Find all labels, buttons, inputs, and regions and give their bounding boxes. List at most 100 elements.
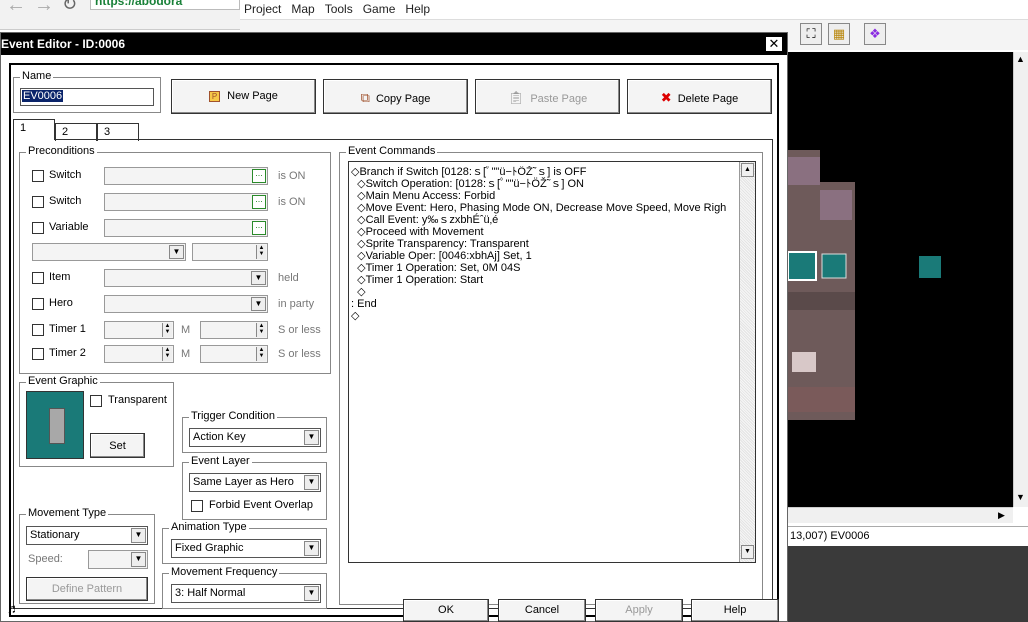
- event-commands-list[interactable]: ◇Branch if Switch [0128:ｓ[ﾟ""ü−ﾄÖŽ˜ｓ] is…: [348, 161, 756, 563]
- switch2-checkbox[interactable]: [32, 196, 44, 208]
- delete-page-label: Delete Page: [677, 93, 739, 105]
- map-hscroll[interactable]: ▶: [788, 507, 1013, 523]
- back-icon[interactable]: ←: [6, 0, 26, 17]
- trigger-dropdown[interactable]: Action Key ▼: [189, 428, 321, 447]
- cancel-button[interactable]: Cancel: [498, 599, 586, 622]
- switch1-field[interactable]: ...: [104, 167, 268, 185]
- help-button[interactable]: Help: [691, 599, 779, 622]
- chevron-down-icon: ▼: [304, 586, 319, 601]
- command-line[interactable]: ◇Timer 1 Operation: Set, 0M 04S: [351, 262, 520, 274]
- timer1-sec-spinner[interactable]: ▲ ▼: [200, 321, 268, 339]
- switch2-field[interactable]: ...: [104, 193, 268, 211]
- tab-page-1[interactable]: 1: [13, 119, 55, 140]
- command-line[interactable]: ◇Variable Oper: [0046:xbhAj] Set, 1: [351, 250, 532, 262]
- variable-checkbox[interactable]: [32, 222, 44, 234]
- reload-icon[interactable]: ↻: [62, 0, 77, 15]
- layer-value: Same Layer as Hero: [193, 476, 294, 488]
- spinner-arrows-icon: ▲ ▼: [256, 347, 266, 361]
- scroll-down-icon[interactable]: ▼: [1016, 492, 1025, 502]
- copy-page-button[interactable]: ⧉ Copy Page: [323, 79, 468, 114]
- timer1-m: M: [181, 324, 191, 336]
- new-page-button[interactable]: P New Page: [171, 79, 316, 114]
- hero-checkbox[interactable]: [32, 298, 44, 310]
- variable-browse-button[interactable]: ...: [252, 221, 266, 235]
- command-line[interactable]: ◇Proceed with Movement: [351, 226, 483, 238]
- apply-button[interactable]: Apply: [595, 599, 683, 622]
- new-page-label: New Page: [227, 90, 278, 102]
- scroll-up-icon[interactable]: ▲: [741, 163, 754, 177]
- define-pattern-button[interactable]: Define Pattern: [26, 577, 148, 601]
- command-line[interactable]: ◇Switch Operation: [0128:ｓ[ﾟ""ü−ﾄÖŽ˜ｓ] O…: [351, 178, 584, 190]
- variable-field[interactable]: ...: [104, 219, 268, 237]
- menu-tools[interactable]: Tools: [321, 0, 357, 16]
- command-line[interactable]: ◇Call Event: y‰ｓzxbhÉˆü‚é: [351, 214, 498, 226]
- layer-dropdown[interactable]: Same Layer as Hero ▼: [189, 473, 321, 492]
- event-graphic-preview[interactable]: [26, 391, 84, 459]
- item-dropdown[interactable]: ▼: [104, 269, 268, 287]
- movement-type-dropdown[interactable]: Stationary ▼: [26, 526, 148, 545]
- close-icon[interactable]: ✕: [765, 36, 783, 52]
- timer1-min-spinner[interactable]: ▲ ▼: [104, 321, 174, 339]
- set-graphic-button[interactable]: Set: [90, 433, 145, 458]
- command-line[interactable]: ◇Timer 1 Operation: Start: [351, 274, 483, 286]
- menu-help[interactable]: Help: [401, 0, 434, 16]
- url-text: https://abodora: [95, 0, 183, 8]
- switch1-checkbox[interactable]: [32, 170, 44, 182]
- map-status: 13,007) EV0006: [788, 526, 1028, 546]
- item-checkbox[interactable]: [32, 272, 44, 284]
- command-line[interactable]: ◇Main Menu Access: Forbid: [351, 190, 495, 202]
- switch2-is-on: is ON: [278, 196, 306, 208]
- editor-frame: Name EV0006 P New Page ⧉ Copy Page 📋︎ Pa…: [9, 63, 779, 617]
- scroll-down-icon[interactable]: ▼: [741, 545, 754, 559]
- menu-game[interactable]: Game: [359, 0, 400, 16]
- scroll-up-icon[interactable]: ▲: [1016, 54, 1025, 64]
- speed-dropdown[interactable]: ▼: [88, 550, 148, 569]
- command-line[interactable]: : End: [351, 298, 377, 310]
- scroll-right-icon[interactable]: ▶: [998, 510, 1005, 521]
- transparent-checkbox[interactable]: [90, 395, 102, 407]
- event-marker[interactable]: [919, 256, 941, 278]
- event-graphic-label: Event Graphic: [26, 375, 100, 387]
- variable-value-spinner[interactable]: ▲ ▼: [192, 243, 268, 261]
- timer2-min-spinner[interactable]: ▲ ▼: [104, 345, 174, 363]
- timer2-checkbox[interactable]: [32, 348, 44, 360]
- tab-label: 2: [62, 126, 69, 138]
- tab-label: 3: [104, 126, 111, 138]
- command-line[interactable]: ◇: [351, 310, 359, 322]
- delete-icon: ✖: [660, 90, 672, 105]
- fullscreen-icon[interactable]: ⛶: [800, 23, 822, 45]
- dialog-titlebar[interactable]: Event Editor - ID:0006 ✕: [1, 33, 787, 55]
- menu-map[interactable]: Map: [287, 0, 318, 16]
- url-field[interactable]: https://abodora: [90, 0, 240, 10]
- switch2-browse-button[interactable]: ...: [252, 195, 266, 209]
- frequency-dropdown[interactable]: 3: Half Normal ▼: [171, 584, 321, 603]
- name-field[interactable]: EV0006: [20, 88, 154, 106]
- commands-vscroll[interactable]: ▲ ▼: [739, 162, 755, 562]
- menu-project[interactable]: Project: [240, 0, 285, 16]
- switch1-is-on: is ON: [278, 170, 306, 182]
- timer1-checkbox[interactable]: [32, 324, 44, 336]
- timer2-sec-spinner[interactable]: ▲ ▼: [200, 345, 268, 363]
- command-line[interactable]: ◇Sprite Transparency: Transparent: [351, 238, 529, 250]
- film-icon[interactable]: ▦: [828, 23, 850, 45]
- command-line[interactable]: ◇: [351, 286, 365, 298]
- music-icon[interactable]: ♬: [7, 601, 20, 616]
- variable-compare-dropdown[interactable]: ▼: [32, 243, 186, 261]
- ok-button[interactable]: OK: [403, 599, 489, 622]
- hero-dropdown[interactable]: ▼: [104, 295, 268, 313]
- forbid-overlap-checkbox[interactable]: [191, 500, 203, 512]
- map-vscroll[interactable]: ▲ ▼: [1013, 52, 1028, 507]
- trigger-value: Action Key: [193, 431, 246, 443]
- delete-page-button[interactable]: ✖ Delete Page: [627, 79, 772, 114]
- event-layer-group: Event Layer Same Layer as Hero ▼ Forbid E…: [182, 455, 327, 520]
- forward-icon[interactable]: →: [34, 0, 54, 17]
- apply-label: Apply: [625, 604, 653, 616]
- command-line[interactable]: ◇Branch if Switch [0128:ｓ[ﾟ""ü−ﾄÖŽ˜ｓ] is…: [351, 166, 586, 178]
- event-graphic-group: Event Graphic Transparent Set: [19, 375, 174, 467]
- switch1-browse-button[interactable]: ...: [252, 169, 266, 183]
- book-icon[interactable]: ❖: [864, 23, 886, 45]
- paste-page-button[interactable]: 📋︎ Paste Page: [475, 79, 620, 114]
- animation-dropdown[interactable]: Fixed Graphic ▼: [171, 539, 321, 558]
- map-view[interactable]: [788, 52, 1013, 507]
- command-line[interactable]: ◇Move Event: Hero, Phasing Mode ON, Decr…: [351, 202, 726, 214]
